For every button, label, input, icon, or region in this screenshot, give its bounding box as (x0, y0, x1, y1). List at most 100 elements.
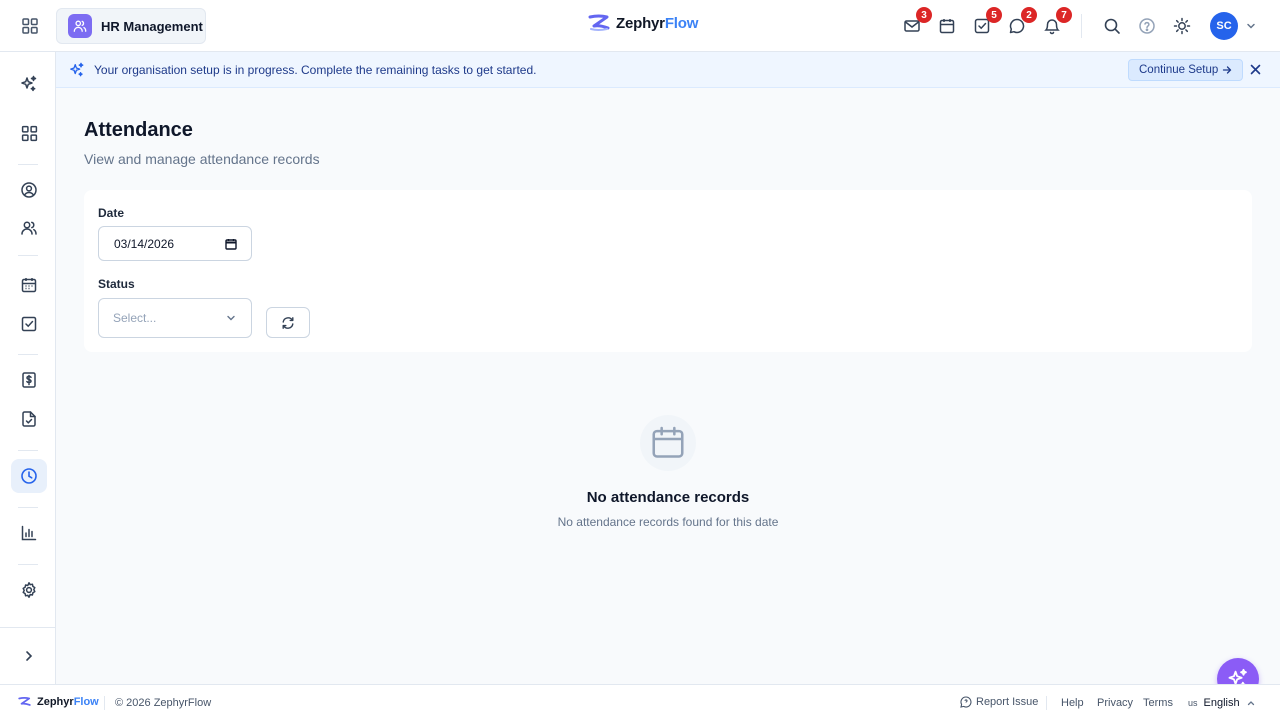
chevron-down-icon[interactable] (1245, 20, 1257, 32)
apps-grid-icon[interactable] (18, 14, 42, 38)
sidebar-separator (18, 164, 38, 165)
user-avatar[interactable]: SC (1210, 12, 1238, 40)
status-select[interactable]: Select... (98, 298, 252, 338)
continue-setup-label: Continue Setup (1139, 64, 1219, 76)
chevron-right-icon (26, 651, 33, 661)
logo-text-part2: Flow (664, 14, 699, 32)
notifications-badge: 7 (1056, 7, 1072, 23)
refresh-icon (282, 316, 294, 329)
mail-badge: 3 (916, 7, 932, 23)
footer: ZephyrFlow © 2026 ZephyrFlow Report Issu… (0, 684, 1280, 720)
sidebar-item-profile[interactable] (11, 173, 47, 207)
file-check-icon (22, 411, 36, 427)
search-button[interactable] (1101, 15, 1123, 37)
language-selector[interactable]: us English (1188, 697, 1256, 709)
status-label: Status (98, 277, 135, 291)
empty-state-message: No attendance records found for this dat… (557, 515, 779, 529)
privacy-link[interactable]: Privacy (1097, 697, 1133, 709)
mail-button[interactable]: 3 (901, 7, 932, 37)
calendar-icon (21, 278, 37, 293)
date-label: Date (98, 206, 125, 220)
sidebar-item-settings[interactable] (11, 573, 47, 607)
refresh-button[interactable] (266, 307, 310, 338)
sidebar-item-ai[interactable] (11, 67, 47, 101)
module-label: HR Management (101, 18, 203, 34)
search-icon (1104, 18, 1120, 34)
sidebar (0, 52, 56, 684)
sidebar-item-dashboard[interactable] (11, 116, 47, 150)
calendar-icon (939, 19, 955, 34)
tasks-button[interactable]: 5 (971, 7, 1002, 37)
user-circle-icon (21, 182, 37, 198)
date-input[interactable]: 03/14/2026 (98, 226, 252, 261)
chat-help-icon (960, 696, 972, 708)
page-subtitle: View and manage attendance records (84, 151, 320, 167)
app-logo[interactable]: ZephyrFlow (588, 14, 698, 32)
report-issue-link[interactable]: Report Issue (960, 696, 1038, 708)
top-bar: HR Management ZephyrFlow 3 5 2 7 SC (0, 0, 1280, 52)
clock-icon (21, 468, 37, 484)
language-code: us (1188, 698, 1198, 708)
chevron-up-icon (1247, 701, 1254, 706)
calendar-icon (652, 426, 684, 458)
module-switcher[interactable]: HR Management (56, 8, 206, 44)
users-icon (21, 221, 37, 235)
sidebar-item-attendance[interactable] (11, 459, 47, 493)
banner-message: Your organisation setup is in progress. … (94, 63, 537, 77)
chat-badge: 2 (1021, 7, 1037, 23)
calendar-icon[interactable] (225, 238, 237, 250)
report-issue-label: Report Issue (976, 696, 1039, 708)
calendar-button[interactable] (936, 15, 958, 37)
sidebar-item-tasks[interactable] (11, 307, 47, 341)
sidebar-item-documents[interactable] (11, 402, 47, 436)
footer-separator (104, 696, 105, 710)
sparkle-icon (21, 75, 37, 92)
help-button[interactable] (1136, 15, 1158, 37)
footer-logo-part2: Flow (73, 696, 99, 708)
sun-icon (1173, 17, 1191, 35)
help-circle-icon (1139, 18, 1155, 34)
zephyr-logo-icon (18, 696, 31, 706)
sidebar-separator (18, 450, 38, 451)
logo-text-part1: Zephyr (616, 14, 665, 32)
arrow-right-icon (1223, 66, 1232, 74)
sparkle-icon (69, 62, 85, 78)
sidebar-item-payroll[interactable] (11, 363, 47, 397)
tasks-badge: 5 (986, 7, 1002, 23)
footer-logo-part1: Zephyr (37, 696, 74, 708)
filter-card: Date 03/14/2026 Status Select... (84, 190, 1252, 352)
date-value: 03/14/2026 (114, 236, 175, 251)
status-placeholder: Select... (113, 311, 157, 325)
zephyr-logo-icon (588, 14, 610, 31)
page-title: Attendance (84, 119, 193, 141)
language-label: English (1203, 697, 1240, 709)
sidebar-separator (18, 564, 38, 565)
sidebar-separator (18, 255, 38, 256)
sidebar-item-reports[interactable] (11, 516, 47, 550)
topbar-divider (1081, 14, 1082, 38)
footer-copyright: © 2026 ZephyrFlow (115, 697, 212, 709)
sidebar-item-employees[interactable] (11, 211, 47, 245)
sidebar-item-calendar[interactable] (11, 268, 47, 302)
gear-icon (22, 582, 36, 598)
dollar-file-icon (22, 372, 36, 388)
empty-state-title: No attendance records (586, 489, 750, 506)
notifications-button[interactable]: 7 (1041, 7, 1072, 37)
help-link[interactable]: Help (1061, 697, 1084, 709)
theme-toggle[interactable] (1171, 15, 1193, 37)
close-banner-button[interactable] (1249, 63, 1262, 76)
empty-state-icon-wrap (640, 415, 696, 471)
setup-banner: Your organisation setup is in progress. … (56, 52, 1280, 88)
sidebar-expand-button[interactable] (11, 639, 47, 673)
terms-link[interactable]: Terms (1143, 697, 1173, 709)
footer-separator (1046, 696, 1047, 710)
users-icon (68, 14, 92, 38)
check-square-icon (21, 316, 37, 332)
close-icon (1250, 64, 1261, 75)
sidebar-separator (18, 507, 38, 508)
bar-chart-icon (21, 525, 37, 541)
footer-logo[interactable]: ZephyrFlow (18, 696, 99, 708)
chevron-down-icon (227, 315, 235, 321)
continue-setup-button[interactable]: Continue Setup (1128, 59, 1244, 81)
chat-button[interactable]: 2 (1006, 7, 1037, 37)
